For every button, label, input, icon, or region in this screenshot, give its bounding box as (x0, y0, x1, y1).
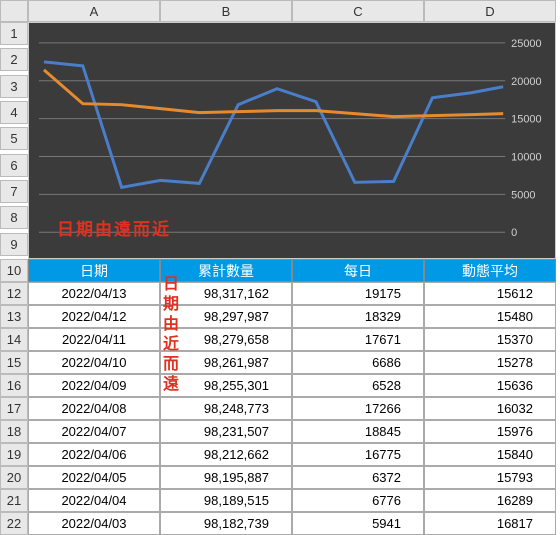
row-header[interactable]: 9 (0, 233, 28, 256)
cell-cumulative[interactable]: 98,261,987 (160, 351, 292, 374)
svg-text:0: 0 (511, 227, 517, 239)
chart-title: 日期由遠而近 (57, 215, 171, 240)
row-header[interactable]: 2 (0, 48, 28, 71)
row-header[interactable]: 14 (0, 328, 28, 351)
cell-movavg[interactable]: 16032 (424, 397, 556, 420)
column-header-D[interactable]: D (424, 0, 556, 22)
cell-movavg[interactable]: 15976 (424, 420, 556, 443)
cell-cumulative[interactable]: 98,231,507 (160, 420, 292, 443)
chart[interactable]: 25000 20000 15000 10000 5000 0 日期由遠而近 (28, 22, 556, 259)
svg-text:10000: 10000 (511, 151, 541, 163)
row-header[interactable]: 10 (0, 259, 28, 282)
cell-date[interactable]: 2022/04/05 (28, 466, 160, 489)
svg-text:15000: 15000 (511, 114, 541, 126)
cell-movavg[interactable]: 15612 (424, 282, 556, 305)
row-header[interactable]: 12 (0, 282, 28, 305)
table-header-date[interactable]: 日期 (28, 259, 160, 282)
row-header[interactable]: 16 (0, 374, 28, 397)
cell-date[interactable]: 2022/04/13 (28, 282, 160, 305)
row-header[interactable]: 8 (0, 206, 28, 229)
row-header[interactable]: 20 (0, 466, 28, 489)
cell-cumulative[interactable]: 98,195,887 (160, 466, 292, 489)
cell-daily[interactable]: 6776 (292, 489, 424, 512)
cell-cumulative[interactable]: 98,255,301 (160, 374, 292, 397)
row-header[interactable]: 15 (0, 351, 28, 374)
cell-daily[interactable]: 6528 (292, 374, 424, 397)
table-header-movavg[interactable]: 動態平均 (424, 259, 556, 282)
table-header-daily[interactable]: 每日 (292, 259, 424, 282)
cell-date[interactable]: 2022/04/07 (28, 420, 160, 443)
column-header-B[interactable]: B (160, 0, 292, 22)
chart-series-movavg (44, 70, 503, 117)
spreadsheet: A B C D 1 25000 20000 15000 10000 5000 0 (0, 0, 560, 535)
row-header[interactable]: 6 (0, 154, 28, 177)
row-header[interactable]: 18 (0, 420, 28, 443)
column-header-C[interactable]: C (292, 0, 424, 22)
row-header[interactable]: 3 (0, 75, 28, 98)
cell-movavg[interactable]: 15480 (424, 305, 556, 328)
cell-cumulative[interactable]: 98,279,658 (160, 328, 292, 351)
cell-daily[interactable]: 18845 (292, 420, 424, 443)
svg-text:5000: 5000 (511, 189, 535, 201)
cell-date[interactable]: 2022/04/11 (28, 328, 160, 351)
cell-movavg[interactable]: 15793 (424, 466, 556, 489)
cell-date[interactable]: 2022/04/12 (28, 305, 160, 328)
cell-daily[interactable]: 6686 (292, 351, 424, 374)
table-header-cumulative[interactable]: 累計數量 (160, 259, 292, 282)
cell-daily[interactable]: 6372 (292, 466, 424, 489)
cell-date[interactable]: 2022/04/06 (28, 443, 160, 466)
cell-movavg[interactable]: 15278 (424, 351, 556, 374)
cell-date[interactable]: 2022/04/08 (28, 397, 160, 420)
row-header[interactable]: 1 (0, 22, 28, 45)
cell-daily[interactable]: 18329 (292, 305, 424, 328)
cell-cumulative[interactable]: 98,248,773 (160, 397, 292, 420)
cell-cumulative[interactable]: 98,317,162 (160, 282, 292, 305)
row-header[interactable]: 21 (0, 489, 28, 512)
row-header[interactable]: 17 (0, 397, 28, 420)
cell-cumulative[interactable]: 98,189,515 (160, 489, 292, 512)
row-header[interactable]: 4 (0, 101, 28, 124)
cell-movavg[interactable]: 15636 (424, 374, 556, 397)
cell-cumulative[interactable]: 98,297,987 (160, 305, 292, 328)
cell-movavg[interactable]: 15840 (424, 443, 556, 466)
chart-y-axis: 25000 20000 15000 10000 5000 0 (511, 38, 541, 239)
cell-daily[interactable]: 16775 (292, 443, 424, 466)
row-header[interactable]: 13 (0, 305, 28, 328)
cell-daily[interactable]: 19175 (292, 282, 424, 305)
cell-date[interactable]: 2022/04/10 (28, 351, 160, 374)
cell-cumulative[interactable]: 98,212,662 (160, 443, 292, 466)
cell-date[interactable]: 2022/04/09 (28, 374, 160, 397)
cell-daily[interactable]: 17266 (292, 397, 424, 420)
svg-text:25000: 25000 (511, 38, 541, 50)
row-header[interactable]: 5 (0, 127, 28, 150)
cell-daily[interactable]: 17671 (292, 328, 424, 351)
column-header-A[interactable]: A (28, 0, 160, 22)
cell-movavg[interactable]: 16289 (424, 489, 556, 512)
row-header[interactable]: 7 (0, 180, 28, 203)
row-header[interactable]: 19 (0, 443, 28, 466)
cell-movavg[interactable]: 15370 (424, 328, 556, 351)
chart-grid (39, 43, 505, 232)
svg-text:20000: 20000 (511, 76, 541, 88)
cell-date[interactable]: 2022/04/04 (28, 489, 160, 512)
corner-cell[interactable] (0, 0, 28, 22)
